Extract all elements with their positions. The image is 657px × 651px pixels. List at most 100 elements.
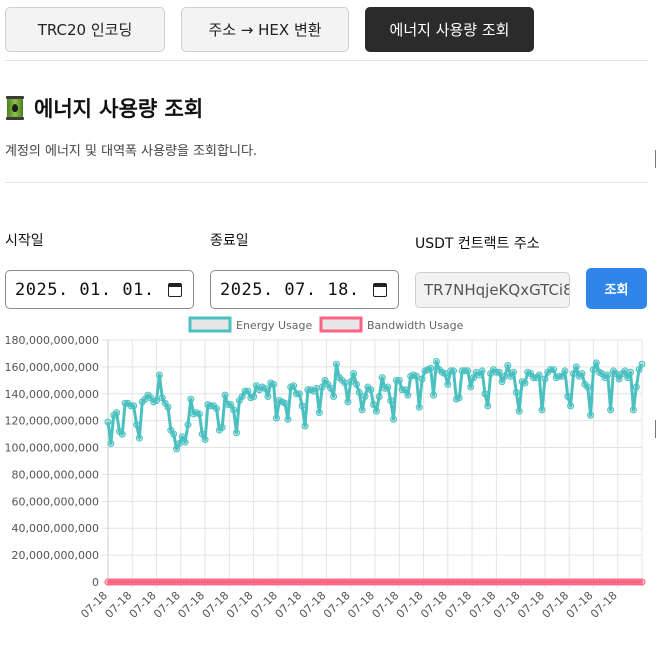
data-point [367,386,375,394]
chart-legend[interactable]: Energy Usage Bandwidth Usage [188,316,464,333]
data-point [233,429,240,437]
data-point [281,399,289,407]
y-tick-label: 80,000,000,000 [12,468,99,481]
data-point [312,384,320,392]
data-point [384,383,392,391]
data-point [327,384,335,392]
data-point [627,368,635,376]
end-date-value: 2025. 07. 18. [220,279,360,300]
legend-bandwidth-label[interactable]: Bandwidth Usage [367,319,464,332]
data-point [549,366,557,374]
data-point [455,394,463,402]
data-point [638,578,646,586]
data-point [521,379,529,387]
x-tick-label: 07-18 [540,589,572,621]
data-point [390,415,398,423]
data-point [113,409,121,417]
x-tick-label: 07-18 [127,589,159,621]
data-point [387,397,395,404]
data-point [412,372,420,380]
data-point [510,368,517,376]
tab-address-hex[interactable]: 주소 → HEX 변환 [181,7,349,52]
data-point [504,362,512,370]
start-date-value: 2025. 01. 01. [15,279,155,300]
x-tick-label: 07-18 [273,589,305,621]
x-tick-label: 07-18 [78,589,110,621]
y-tick-label: 100,000,000,000 [5,442,99,455]
data-point [541,375,549,383]
x-tick-label: 07-18 [224,589,256,621]
data-point [478,367,486,375]
divider [5,60,648,61]
y-tick-label: 0 [92,576,99,589]
data-point [318,383,326,391]
data-point [564,392,572,400]
x-tick-label: 07-18 [297,589,329,621]
legend-energy-swatch[interactable] [188,316,232,333]
tab-trc20-encoding[interactable]: TRC20 인코딩 [5,7,165,52]
data-point [467,383,475,391]
data-point [481,390,489,398]
data-point [427,364,435,372]
data-point [250,392,258,400]
data-point [484,402,492,410]
start-date-label: 시작일 [5,233,44,249]
data-point [187,395,195,403]
data-point [341,379,349,387]
x-tick-label: 07-18 [418,589,450,621]
data-point [330,392,338,400]
end-date-input[interactable]: 2025. 07. 18. [210,270,399,309]
x-tick-label: 07-18 [515,589,547,621]
data-point [578,370,586,378]
x-axis: 07-1807-1807-1807-1807-1807-1807-1807-18… [78,589,620,621]
data-point [261,384,269,392]
data-point [604,371,612,379]
x-tick-label: 07-18 [345,589,377,621]
y-axis: 0 20,000,000,000 40,000,000,000 60,000,000,… [5,334,99,589]
oil-barrel-icon [5,95,25,121]
data-point [464,367,472,375]
data-point [607,406,615,414]
divider [5,182,648,183]
data-point [332,360,340,368]
data-point [621,367,629,375]
data-point [213,405,221,413]
data-point [284,415,292,423]
section-title: 에너지 사용량 조회 [34,97,204,121]
data-point [358,406,366,414]
data-point [567,402,575,410]
calendar-icon[interactable] [168,283,182,297]
data-point [104,418,112,426]
legend-energy-label[interactable]: Energy Usage [236,319,313,332]
data-point [221,391,229,399]
data-point [298,402,306,410]
data-point [418,375,426,383]
x-tick-label: 07-18 [151,589,183,621]
data-point [230,406,238,414]
data-point [512,388,520,396]
end-date-label: 종료일 [210,233,249,249]
data-point [572,363,580,371]
x-tick-label: 07-18 [491,589,523,621]
calendar-icon[interactable] [373,283,387,297]
data-point [350,370,358,378]
query-button[interactable]: 조회 [586,268,647,309]
data-point [244,387,252,395]
section-description: 계정의 에너지 및 대역폭 사용량을 조회합니다. [5,144,258,159]
data-point [441,370,449,378]
tab-energy-usage[interactable]: 에너지 사용량 조회 [365,7,534,52]
start-date-input[interactable]: 2025. 01. 01. [5,270,194,309]
legend-bandwidth-swatch[interactable] [319,316,363,333]
contract-address-input[interactable]: TR7NHqjeKQxGTCi8q8ZY4pL8otSzgjLj6t [415,272,570,308]
data-point [264,392,272,400]
data-point [584,383,592,391]
x-tick-label: 07-18 [175,589,207,621]
x-tick-label: 07-18 [103,589,135,621]
data-point [195,410,203,418]
y-tick-label: 60,000,000,000 [12,495,99,508]
x-tick-label: 07-18 [442,589,474,621]
data-point [130,402,138,410]
data-point [444,380,452,388]
data-point [355,388,363,396]
data-point [495,368,503,376]
